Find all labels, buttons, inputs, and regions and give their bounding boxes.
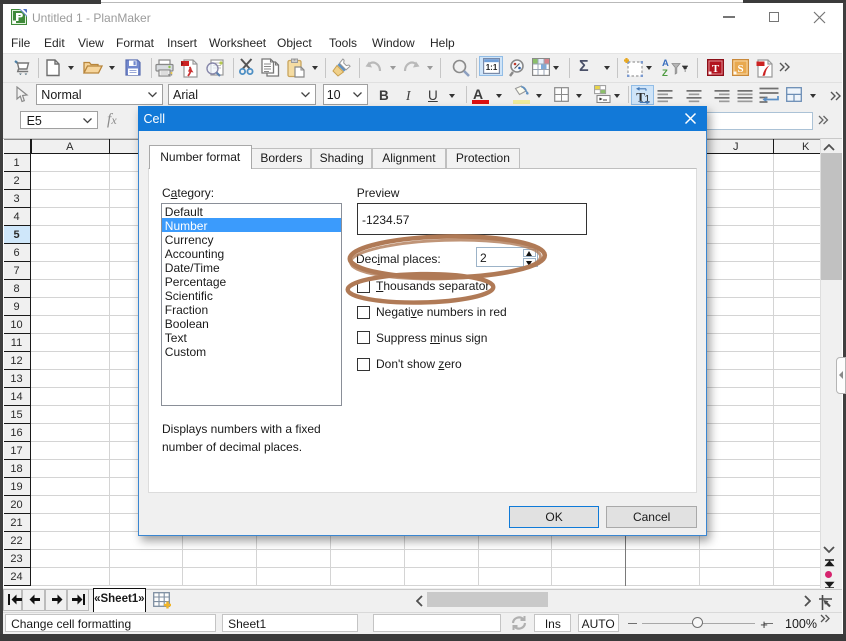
- svg-text:1:1: 1:1: [485, 63, 497, 72]
- svg-text:T: T: [712, 63, 720, 75]
- svg-text:Z: Z: [662, 68, 668, 77]
- svg-text:S: S: [737, 63, 743, 75]
